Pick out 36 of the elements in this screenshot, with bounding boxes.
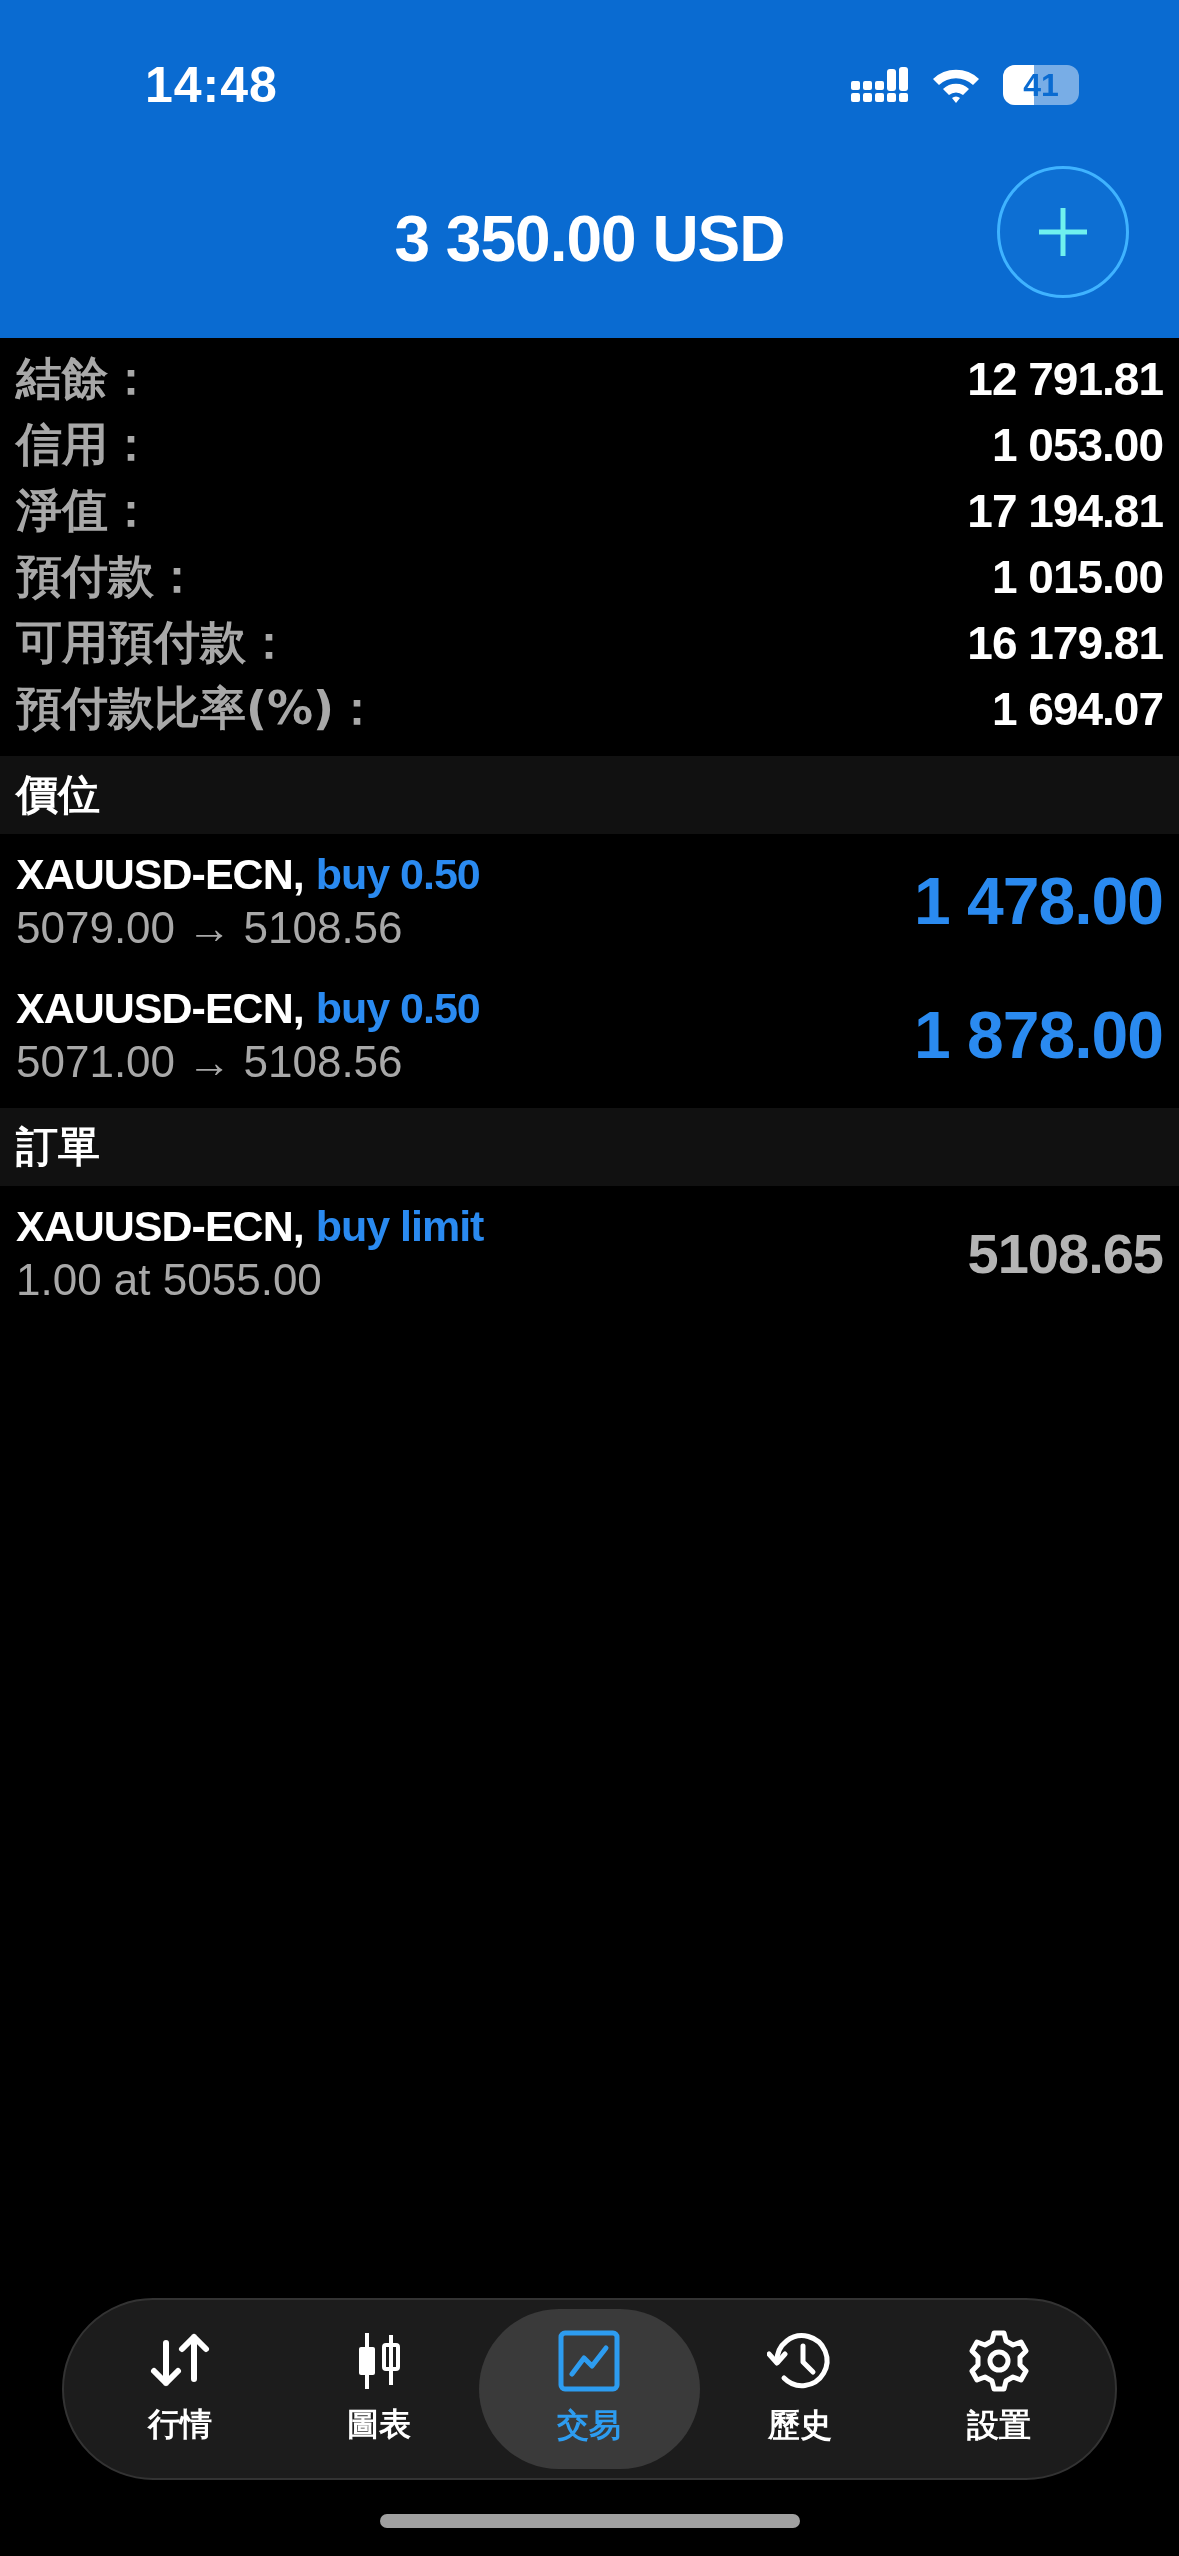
tab[interactable]: 歷史	[700, 2309, 900, 2469]
summary-value: 1 694.07	[991, 682, 1163, 736]
line-chart-icon	[558, 2330, 621, 2392]
summary-label: 結餘：	[16, 350, 154, 407]
order-detail: 1.00 at 5055.00	[16, 1254, 323, 1305]
price-range: 5071.00 → 5108.56	[16, 1036, 404, 1087]
tab[interactable]: 設置	[899, 2309, 1099, 2469]
summary-value: 17 194.81	[967, 484, 1163, 538]
symbol-label: XAUUSD-ECN,	[16, 849, 304, 899]
section-title: 價位	[16, 769, 100, 821]
summary-label: 信用：	[16, 416, 154, 473]
section-title: 訂單	[16, 1121, 100, 1173]
balance-title: 3 350.00 USD	[394, 202, 785, 276]
summary-label: 預付款比率(%)：	[16, 680, 381, 737]
status-time: 14:48	[145, 56, 278, 114]
summary-value: 1 015.00	[991, 550, 1163, 604]
trade-side: buy 0.50	[315, 849, 480, 899]
summary-label: 淨值：	[16, 482, 154, 539]
order-type: buy limit	[315, 1201, 484, 1251]
profit-value: 1 878.00	[914, 997, 1163, 1073]
symbol-label: XAUUSD-ECN,	[16, 983, 304, 1033]
settings-icon	[968, 2330, 1031, 2392]
trade-side: buy 0.50	[315, 983, 480, 1033]
summary-value: 16 179.81	[967, 616, 1163, 670]
price-range: 5079.00 → 5108.56	[16, 902, 404, 953]
tab[interactable]: 行情	[80, 2309, 280, 2469]
order-price: 5108.65	[967, 1220, 1163, 1286]
summary-value: 1 053.00	[991, 418, 1163, 472]
tab[interactable]: 圖表	[279, 2309, 479, 2469]
profit-value: 1 478.00	[914, 863, 1163, 939]
signal-icon	[851, 67, 909, 103]
summary-label: 可用預付款：	[16, 614, 292, 671]
summary-label: 預付款：	[16, 548, 200, 605]
summary-value: 12 791.81	[967, 352, 1163, 406]
symbol-label: XAUUSD-ECN,	[16, 1201, 304, 1251]
tab[interactable]: 交易	[478, 2309, 701, 2469]
